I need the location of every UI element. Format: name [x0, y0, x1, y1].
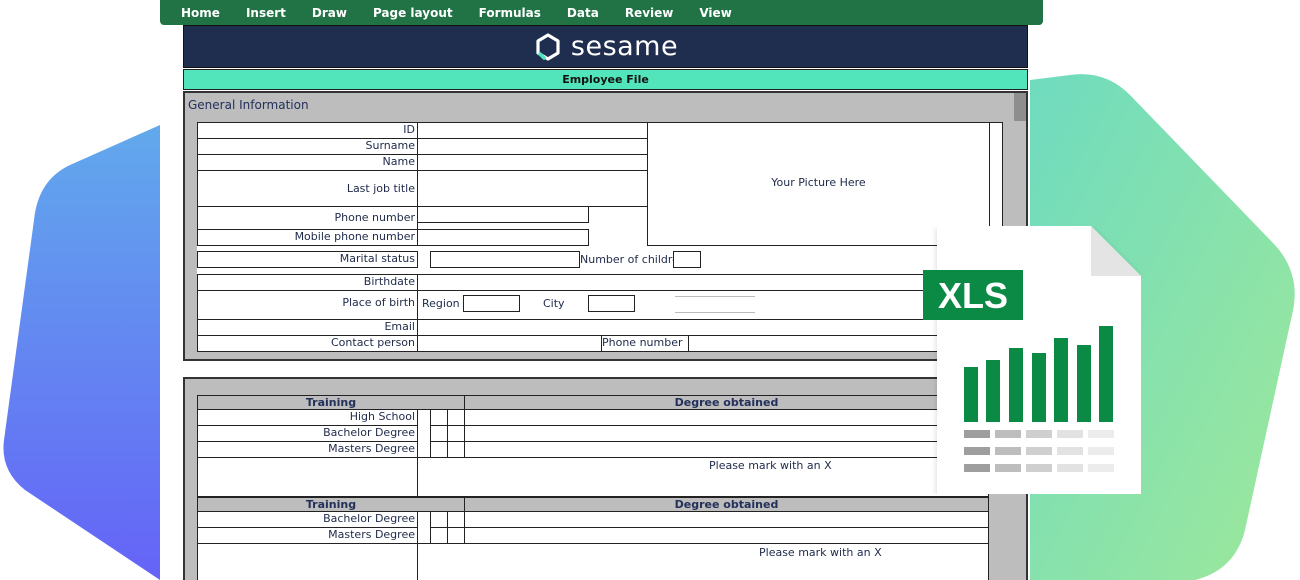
input-marital-status[interactable]	[430, 251, 580, 268]
label-city: City	[543, 297, 565, 310]
degree2-masters[interactable]	[464, 527, 989, 544]
sesame-logo-icon	[536, 32, 560, 61]
tab-review[interactable]: Review	[625, 6, 674, 20]
input-name[interactable]	[417, 154, 648, 171]
training2-row-masters: Masters Degree	[197, 527, 418, 544]
input-region[interactable]	[463, 295, 520, 312]
spreadsheet: sesame Employee File General Information…	[183, 25, 1028, 580]
note-cell-2	[417, 543, 989, 580]
training-row-high-school: High School	[197, 409, 418, 426]
note-label-cell-2	[197, 543, 418, 580]
divider	[675, 296, 755, 297]
general-information-panel: General Information ID Surname Name Last…	[183, 91, 1028, 361]
degree-high-school[interactable]	[464, 409, 989, 426]
input-birthdate[interactable]	[417, 274, 992, 291]
checkbox-high-school[interactable]	[430, 409, 448, 426]
xls-file-icon: XLS	[923, 226, 1141, 494]
scrollbar-thumb[interactable]	[1014, 93, 1026, 121]
degree-bachelor[interactable]	[464, 425, 989, 442]
sesame-logo: sesame	[533, 31, 678, 62]
note-cell	[417, 457, 989, 497]
label-region: Region	[422, 297, 460, 310]
header-degree-obtained-2: Degree obtained	[464, 497, 989, 512]
tab-formulas[interactable]: Formulas	[479, 6, 541, 20]
section-title: General Information	[188, 98, 309, 112]
header-training-2: Training	[197, 497, 465, 512]
mark-with-x-note: Please mark with an X	[709, 459, 832, 472]
training-panel: Training Degree obtained High School Bac…	[183, 377, 1028, 580]
training-row-masters: Masters Degree	[197, 441, 418, 458]
label-place-of-birth: Place of birth	[197, 290, 418, 320]
spacer-cell	[447, 409, 465, 426]
tab-insert[interactable]: Insert	[246, 6, 286, 20]
label-id: ID	[197, 122, 418, 139]
tab-page-layout[interactable]: Page layout	[373, 6, 453, 20]
label-contact-phone: Phone number	[601, 335, 689, 352]
input-id[interactable]	[417, 122, 648, 139]
header-degree-obtained: Degree obtained	[464, 395, 989, 410]
brand-name: sesame	[570, 31, 679, 62]
degree-masters[interactable]	[464, 441, 989, 458]
spacer-cell	[447, 441, 465, 458]
input-phone-number[interactable]	[417, 206, 589, 223]
input-mobile-phone[interactable]	[417, 229, 589, 246]
input-contact-person[interactable]	[417, 335, 602, 352]
tab-view[interactable]: View	[699, 6, 731, 20]
label-marital-status: Marital status	[197, 251, 418, 268]
note-label-cell	[197, 457, 418, 497]
training-row-bachelor: Bachelor Degree	[197, 425, 418, 442]
checkbox-masters[interactable]	[430, 441, 448, 458]
tab-data[interactable]: Data	[567, 6, 599, 20]
spacer-cell	[447, 425, 465, 442]
label-birthdate: Birthdate	[197, 274, 418, 291]
label-name: Name	[197, 154, 418, 171]
ribbon-menu-bar: Home Insert Draw Page layout Formulas Da…	[160, 0, 1043, 25]
input-surname[interactable]	[417, 138, 648, 155]
label-phone-number: Phone number	[197, 206, 418, 230]
label-mobile-phone: Mobile phone number	[197, 229, 418, 246]
label-number-of-children: Number of children	[580, 253, 686, 266]
input-last-job-title[interactable]	[417, 170, 648, 207]
tab-draw[interactable]: Draw	[312, 6, 347, 20]
divider	[675, 312, 755, 313]
spacer-cell	[447, 511, 465, 528]
decorative-hexagon-left	[3, 125, 161, 580]
label-last-job-title: Last job title	[197, 170, 418, 207]
brand-header: sesame	[183, 25, 1028, 68]
sheet-title: Employee File	[183, 69, 1028, 90]
checkbox2-masters[interactable]	[430, 527, 448, 544]
spacer-cell	[447, 527, 465, 544]
checkbox2-bachelor[interactable]	[430, 511, 448, 528]
input-email[interactable]	[417, 319, 992, 336]
screenshot-stage: Home Insert Draw Page layout Formulas Da…	[0, 0, 1300, 580]
header-training: Training	[197, 395, 465, 410]
form-bottom-border	[197, 351, 1003, 352]
mark-with-x-note-2: Please mark with an X	[759, 546, 882, 559]
label-contact-person: Contact person	[197, 335, 418, 352]
checkbox-bachelor[interactable]	[430, 425, 448, 442]
input-number-of-children[interactable]	[673, 251, 701, 268]
xls-label: XLS	[938, 275, 1008, 316]
input-city[interactable]	[588, 295, 635, 312]
tab-home[interactable]: Home	[181, 6, 220, 20]
training2-row-bachelor: Bachelor Degree	[197, 511, 418, 528]
degree2-bachelor[interactable]	[464, 511, 989, 528]
label-email: Email	[197, 319, 418, 336]
label-surname: Surname	[197, 138, 418, 155]
